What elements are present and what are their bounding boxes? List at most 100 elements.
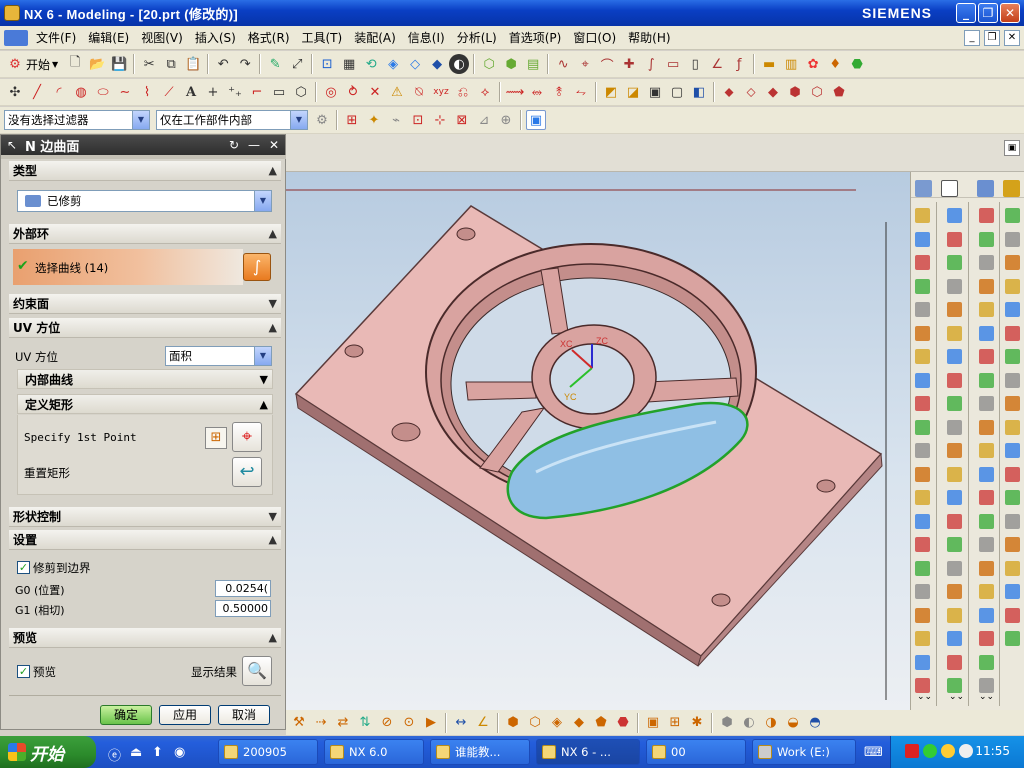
uv-orientation-select[interactable]: 面积 ▼ [165,346,272,366]
surface-tool-icon[interactable] [915,419,930,435]
palette-icon[interactable]: ✿ [803,54,823,74]
offset-line-icon[interactable]: ⟋ [159,82,179,102]
snap-quadrant-icon[interactable]: ⊹ [430,110,450,130]
cancel-button[interactable]: 取消 [218,705,270,725]
select-body-icon[interactable]: ▣ [526,110,546,130]
type-filter-select[interactable]: 没有选择过滤器 ▼ [4,110,150,130]
open-folder-icon[interactable]: 📂 [87,54,107,74]
pin-icon[interactable]: ↖ [3,136,21,154]
show-icon[interactable]: ◑ [761,713,781,733]
redo-icon[interactable]: ↷ [235,54,255,74]
xyz-icon[interactable]: xyz [431,82,451,102]
surface-tool-icon[interactable] [915,607,930,623]
surface-tool-icon[interactable] [915,443,930,458]
bridge-icon[interactable]: ⥁ [343,82,363,102]
surface-tool-icon[interactable] [947,490,962,505]
analysis-rect-icon[interactable]: ▭ [663,54,683,74]
ok-button[interactable]: 确定 [100,705,152,725]
surface-tool-icon[interactable] [915,349,930,364]
taskbar-folder-200905[interactable]: 200905 [218,739,318,765]
assembly-b-icon[interactable]: ⬡ [525,713,545,733]
surface-tool-icon[interactable] [979,372,994,388]
surface-tool-icon[interactable] [979,654,994,670]
assembly-d-icon[interactable]: ◆ [569,713,589,733]
analysis-plus-icon[interactable]: ✚ [619,54,639,74]
reset-rect-button[interactable]: ↩ [232,457,262,487]
suppress-feature-icon[interactable]: ⊘ [377,713,397,733]
surface-tool-icon[interactable] [979,466,994,482]
restore-button[interactable]: ❐ [978,3,998,23]
surface-tool-icon[interactable] [947,607,962,623]
curve-select-button[interactable]: ∫ [243,253,271,281]
scope-select[interactable]: 仅在工作部件内部 ▼ [156,110,308,130]
surface-tool-icon[interactable] [947,302,962,317]
specify-point-button[interactable]: ⌖ [232,422,262,452]
surface-tool-icon[interactable] [979,255,994,270]
feature-e-icon[interactable]: ⬡ [807,82,827,102]
surface-tool-icon[interactable] [947,419,962,435]
surface-tool-icon[interactable] [947,466,962,482]
surface-tool-icon[interactable] [979,513,994,529]
analysis-curve-icon[interactable]: ∿ [553,54,573,74]
surface-feature-icon[interactable] [977,180,994,197]
hide-icon[interactable]: ◐ [739,713,759,733]
surface-tool-icon[interactable] [1005,302,1020,317]
keyboard-icon[interactable]: ⌨ [864,745,883,760]
surface-tool-icon[interactable] [979,208,994,223]
arc-icon[interactable]: ◜ [49,82,69,102]
grid-icon[interactable]: ▥ [781,54,801,74]
close-button[interactable]: ✕ [1000,3,1020,23]
snap-center-icon[interactable]: ⊡ [408,110,428,130]
snap-midpoint-icon[interactable]: ✦ [364,110,384,130]
tray-security-icon[interactable] [941,744,955,758]
wireframe-cube-icon[interactable]: ◇ [405,54,425,74]
assembly-e-icon[interactable]: ⬟ [591,713,611,733]
surface-tool-icon[interactable] [1005,631,1020,646]
surface-tool-icon[interactable] [915,208,930,223]
layer-visible-icon[interactable]: ◒ [783,713,803,733]
analysis-page-icon[interactable]: ▯ [685,54,705,74]
surface-tool-icon[interactable] [1005,419,1020,435]
texture-icon[interactable]: ⬣ [847,54,867,74]
ie-icon[interactable]: ⓔ [108,745,121,764]
section-type[interactable]: 类型 ▲ [9,161,281,181]
point-dialog-button[interactable]: ⊞ [205,427,227,449]
surface-tool-icon[interactable] [915,396,930,411]
menu-window[interactable]: 窗口(O) [567,28,622,48]
menu-format[interactable]: 格式(R) [242,28,296,48]
surface-tool-icon[interactable] [947,208,962,223]
rotate-icon[interactable]: ⟲ [361,54,381,74]
render-style-icon[interactable]: ◐ [449,54,470,74]
surface-tool-icon[interactable] [947,513,962,529]
menu-analysis[interactable]: 分析(L) [451,28,503,48]
text-icon[interactable]: A [181,82,201,102]
transform-icon[interactable]: ⤢ [287,54,307,74]
view-section-icon[interactable]: ⬢ [501,54,521,74]
assembly-a-icon[interactable]: ⬢ [503,713,523,733]
media-icon[interactable]: ⏏ [130,745,142,760]
surface-tool-icon[interactable] [1005,443,1020,458]
menu-assembly[interactable]: 装配(A) [348,28,402,48]
point-set-icon[interactable]: ⁺₊ [225,82,245,102]
taskbar-nx6-modeling[interactable]: NX 6 - ... [536,739,640,765]
menu-insert[interactable]: 插入(S) [189,28,242,48]
menu-help[interactable]: 帮助(H) [622,28,676,48]
new-file-icon[interactable]: 🗋 [65,54,85,74]
assembly-navigator-icon[interactable] [915,180,932,197]
chevron-down-icon[interactable]: ⌄⌄ [917,692,932,702]
reorder-feature-icon[interactable]: ⇅ [355,713,375,733]
divide-curve-icon[interactable]: ⥉ [549,82,569,102]
display-icon[interactable]: ⬢ [717,713,737,733]
g1-tolerance-input[interactable]: 0.50000 [215,600,271,617]
tray-status-icon[interactable] [923,744,937,758]
surface-edit-icon[interactable]: ◪ [623,82,643,102]
measure-angle-icon[interactable]: ∠ [473,713,493,733]
trim-to-boundary-checkbox[interactable]: ✓ [17,561,30,574]
section-uv-orientation[interactable]: UV 方位 ▲ [9,318,281,338]
feature-b-icon[interactable]: ⬦ [741,82,761,102]
edit-feature-icon[interactable]: ⚒ [289,713,309,733]
paste-icon[interactable]: 📋 [183,54,203,74]
doc-restore-button[interactable]: ❐ [984,30,1000,46]
analysis-s-icon[interactable]: ∫ [641,54,661,74]
save-icon[interactable]: 💾 [109,54,129,74]
